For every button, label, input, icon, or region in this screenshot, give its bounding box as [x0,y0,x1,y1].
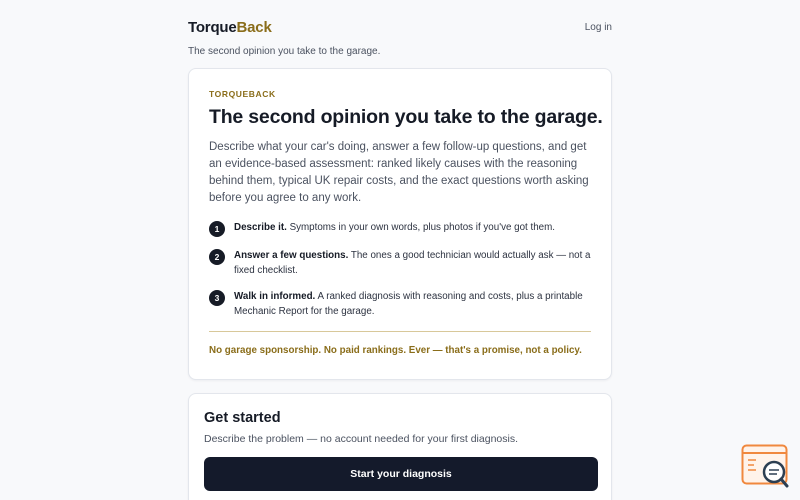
start-diagnosis-button[interactable]: Start your diagnosis [204,457,598,491]
hero-card: TORQUEBACK The second opinion you take t… [188,68,612,380]
get-started-subtitle: Describe the problem — no account needed… [204,433,519,445]
step-item: 2 Answer a few questions. The ones a goo… [209,249,591,278]
login-link[interactable]: Log in [585,22,612,33]
brand-name-part2: Back [236,19,272,36]
steps-list: 1 Describe it. Symptoms in your own word… [209,221,591,319]
step-number-badge: 3 [209,290,225,306]
hero-description: Describe what your car's doing, answer a… [209,141,589,204]
step-item: 1 Describe it. Symptoms in your own word… [209,221,591,237]
get-started-card: Get started Describe the problem — no ac… [188,393,612,500]
brand-name-part1: Torque [188,19,237,36]
hero-kicker: TORQUEBACK [209,89,276,99]
step-text: Answer a few questions. The ones a good … [234,249,591,278]
step-title: Answer a few questions. [234,250,349,261]
chat-search-widget[interactable] [741,444,791,490]
hero-title: The second opinion you take to the garag… [209,106,603,128]
step-title: Walk in informed. [234,291,316,302]
step-number-badge: 2 [209,249,225,265]
step-text: Walk in informed. A ranked diagnosis wit… [234,290,591,319]
step-text: Describe it. Symptoms in your own words,… [234,221,555,236]
step-item: 3 Walk in informed. A ranked diagnosis w… [209,290,591,319]
chat-search-icon [741,444,789,488]
site-header: TorqueBack The second opinion you take t… [188,19,612,57]
brand-logo[interactable]: TorqueBack [188,19,612,36]
get-started-title: Get started [204,410,281,426]
step-title: Describe it. [234,222,287,233]
divider [209,331,591,332]
step-description: Symptoms in your own words, plus photos … [289,222,555,233]
header-tagline: The second opinion you take to the garag… [188,46,381,57]
promise-statement: No garage sponsorship. No paid rankings.… [209,345,582,356]
step-number-badge: 1 [209,221,225,237]
